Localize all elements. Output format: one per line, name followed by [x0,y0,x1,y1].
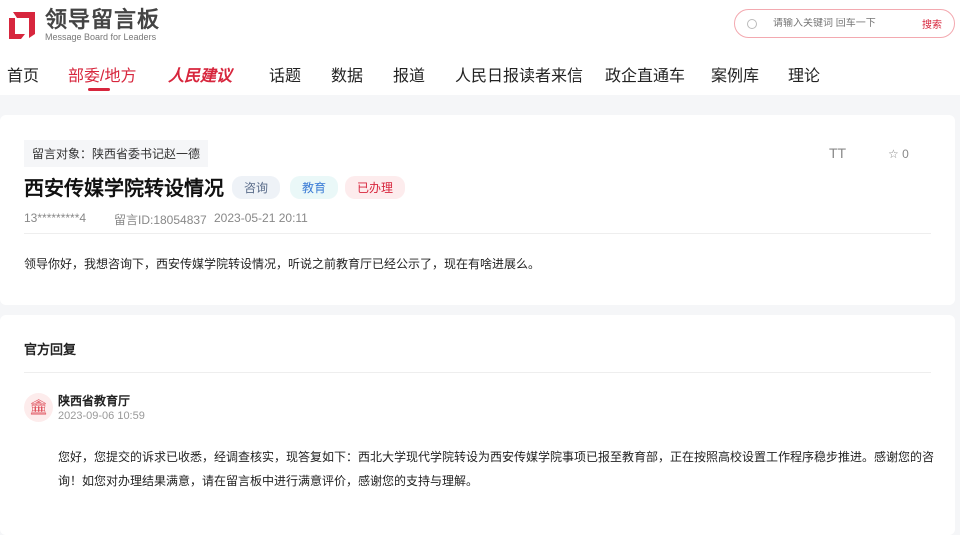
government-building-icon: 🏛 [24,393,53,422]
tag-consult: 咨询 [232,176,281,199]
divider [24,372,931,373]
logo-icon [7,10,37,40]
message-card: 留言对象：陕西省委书记赵一德 西安传媒学院转设情况 咨询 教育 已办理 13**… [0,115,955,305]
header: 领导留言板 Message Board for Leaders 搜索 首页 部委… [0,0,960,95]
nav-ministries-local[interactable]: 部委/地方 [68,62,136,91]
reply-content: 您好，您提交的诉求已收悉，经调查核实，现答复如下：西北大学现代学院转设为西安传媒… [58,450,935,488]
nav-gov-business[interactable]: 政企直通车 [605,62,685,86]
tag-education: 教育 [290,176,339,199]
logo[interactable]: 领导留言板 Message Board for Leaders [7,8,160,42]
reply-time: 2023-09-06 10:59 [58,410,145,422]
favorite-count: 0 [902,147,909,161]
font-size-icon[interactable]: TT [829,145,846,161]
logo-title: 领导留言板 [45,7,161,32]
message-time: 2023-05-21 20:11 [214,211,308,225]
nav-cases[interactable]: 案例库 [711,62,759,86]
nav-reports[interactable]: 报道 [393,62,425,86]
message-author: 13*********4 [24,211,87,225]
message-content: 领导你好，我想咨询下，西安传媒学院转设情况，听说之前教育厅已经公示了，现在有啥进… [24,257,541,271]
nav-topics[interactable]: 话题 [269,62,301,86]
star-icon: ☆ [888,147,899,161]
message-title: 西安传媒学院转设情况 [24,178,224,200]
search-button[interactable]: 搜索 [922,16,942,31]
nav-people-suggestions[interactable]: 人民建议 [168,62,232,86]
divider [24,233,931,234]
logo-subtitle: Message Board for Leaders [45,32,157,42]
search-icon [747,18,757,29]
nav-theory[interactable]: 理论 [788,62,820,86]
nav-home[interactable]: 首页 [7,62,39,86]
search-box: 搜索 [734,9,955,38]
favorite-button[interactable]: ☆ 0 [888,147,909,161]
search-input[interactable] [773,18,922,29]
nav-reader-letters[interactable]: 人民日报读者来信 [455,62,583,86]
reply-card: 官方回复 🏛 陕西省教育厅 2023-09-06 10:59 您好，您提交的诉求… [0,315,955,535]
message-id: 留言ID:18054837 [114,213,207,227]
status-badge: 已办理 [345,176,406,199]
reply-section-title: 官方回复 [24,342,77,357]
nav-data[interactable]: 数据 [331,62,363,86]
message-target: 留言对象：陕西省委书记赵一德 [24,140,209,167]
reply-org: 陕西省教育厅 [58,394,131,408]
